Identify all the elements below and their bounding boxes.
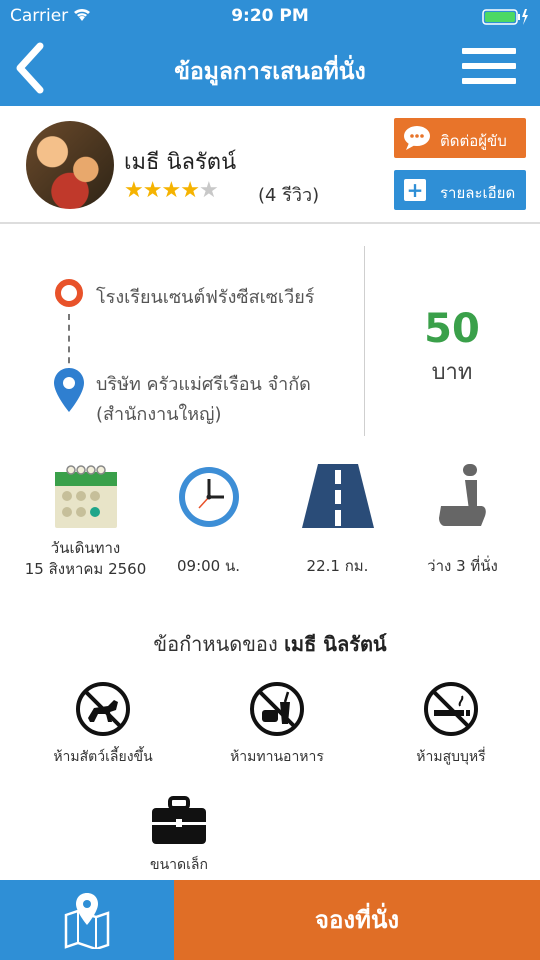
trip-info: วันเดินทาง 15 สิงหาคม 2560 09:00 น. 22.1… — [0, 460, 540, 590]
trip-date: วันเดินทาง 15 สิงหาคม 2560 — [18, 460, 153, 590]
rule-no-food: ห้ามทานอาหาร — [192, 680, 362, 768]
star-icon: ★ — [161, 178, 181, 203]
destination-pin-icon — [54, 368, 84, 412]
contact-driver-button[interactable]: ติดต่อผู้ขับ — [394, 118, 526, 158]
destination-line-2: (สำนักงานใหญ่) — [96, 404, 222, 425]
details-label: รายละเอียด — [440, 184, 516, 202]
map-button[interactable] — [0, 880, 174, 960]
star-icon: ★ — [142, 178, 163, 203]
trip-time: 09:00 น. — [141, 460, 276, 590]
car-seat-icon — [438, 464, 486, 526]
no-smoking-icon — [424, 682, 478, 736]
chat-bubble-icon — [404, 126, 430, 150]
trip-distance-text: 22.1 กม. — [306, 557, 369, 575]
rule-small-luggage: ขนาดเล็ก — [94, 796, 264, 876]
clock-label: 9:20 PM — [231, 6, 309, 26]
details-button[interactable]: + รายละเอียด — [394, 170, 526, 210]
trip-date-text: วันเดินทาง 15 สิงหาคม 2560 — [18, 538, 153, 580]
driver-name: เมธี นิลรัตน์ — [124, 150, 237, 175]
calendar-icon — [54, 465, 117, 528]
rule-no-smoking: ห้ามสูบบุหรี่ — [366, 680, 536, 768]
trip-date-value: 15 สิงหาคม 2560 — [24, 560, 147, 578]
clock-icon — [178, 467, 239, 527]
destination-line-1: บริษัท ครัวแม่ศรีเรือน จำกัด — [96, 374, 311, 395]
contact-driver-label: ติดต่อผู้ขับ — [440, 132, 507, 150]
briefcase-icon — [152, 796, 206, 844]
trip-time-text: 09:00 น. — [176, 557, 241, 575]
rule-no-food-label: ห้ามทานอาหาร — [230, 749, 324, 765]
road-icon — [301, 464, 374, 528]
status-bar: Carrier 9:20 PM — [0, 0, 540, 32]
route-section: โรงเรียนเซนต์ฟรังซีสเซเวียร์ บริษัท ครัว… — [0, 246, 540, 436]
rules-title-prefix: ข้อกำหนดของ — [153, 632, 278, 656]
trip-seats-text: ว่าง 3 ที่นั่ง — [427, 557, 498, 575]
no-pets-icon — [76, 682, 130, 736]
book-seat-button[interactable]: จองที่นั่ง — [174, 880, 540, 960]
star-icon: ★ — [180, 178, 200, 203]
rule-no-pets-label: ห้ามสัตว์เลี้ยงขึ้น — [53, 749, 153, 765]
page-title: ข้อมูลการเสนอที่นั่ง — [174, 59, 366, 85]
rules-title: ข้อกำหนดของ เมธี นิลรัตน์ — [0, 628, 540, 660]
price-value: 50 — [424, 306, 480, 352]
star-icon: ★ — [124, 178, 144, 203]
rules-title-name: เมธี นิลรัตน์ — [284, 632, 387, 656]
trip-date-label: วันเดินทาง — [50, 539, 121, 557]
rating-stars: ★★★★★ — [124, 178, 219, 203]
hamburger-menu-icon[interactable] — [462, 48, 516, 90]
price-unit: บาท — [431, 360, 473, 385]
footer-bar: จองที่นั่ง — [0, 880, 540, 960]
route-dashed-line — [68, 314, 70, 374]
origin-text: โรงเรียนเซนต์ฟรังซีสเซเวียร์ — [96, 287, 315, 308]
rule-no-pets: ห้ามสัตว์เลี้ยงขึ้น — [18, 680, 188, 768]
map-pin-icon — [64, 893, 110, 949]
rule-no-smoking-label: ห้ามสูบบุหรี่ — [416, 749, 486, 765]
trip-seats: ว่าง 3 ที่นั่ง — [395, 460, 530, 590]
no-food-icon — [250, 682, 304, 736]
battery-icon — [482, 9, 528, 25]
star-empty-icon: ★ — [198, 178, 219, 203]
navigation-bar: ข้อมูลการเสนอที่นั่ง — [0, 32, 540, 106]
plus-icon: + — [404, 179, 426, 201]
review-count: (4 รีวิว) — [258, 185, 320, 206]
destination-text: บริษัท ครัวแม่ศรีเรือน จำกัด (สำนักงานให… — [96, 370, 311, 430]
trip-distance: 22.1 กม. — [270, 460, 405, 590]
driver-avatar[interactable] — [26, 121, 114, 209]
rule-small-luggage-label: ขนาดเล็ก — [150, 857, 208, 873]
origin-ring-icon — [55, 279, 83, 307]
